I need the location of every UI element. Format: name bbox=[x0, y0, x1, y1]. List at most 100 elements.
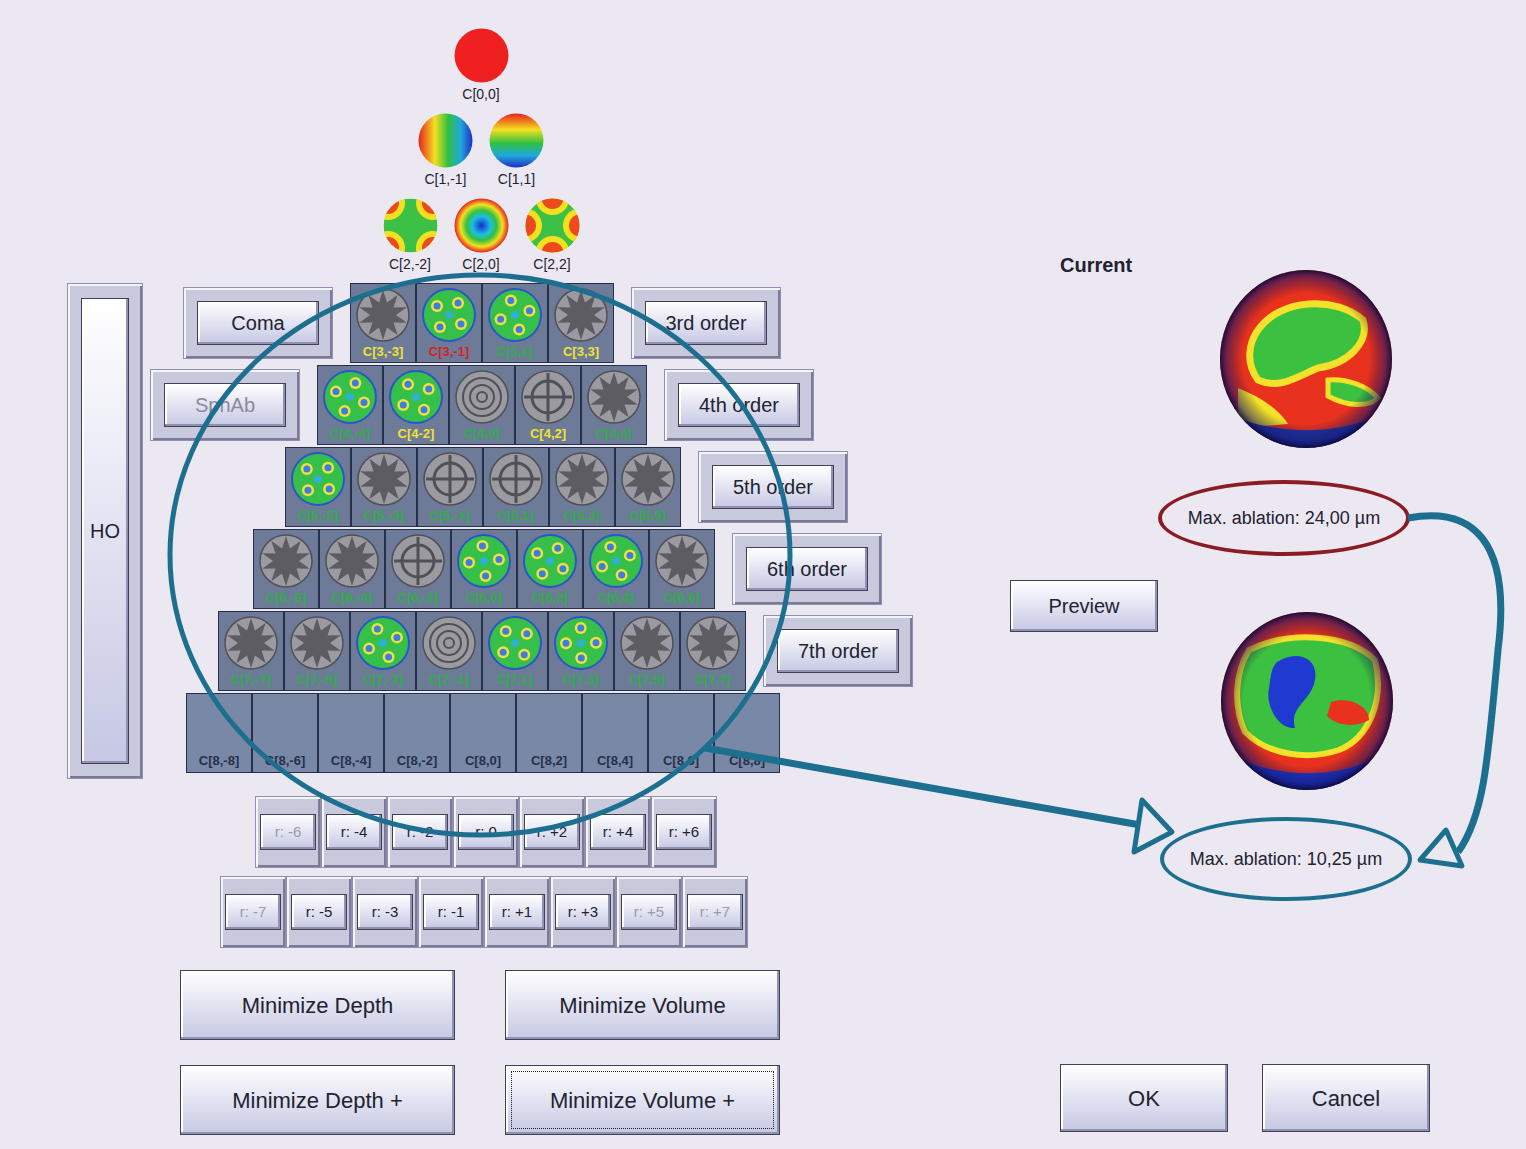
zernike-tile[interactable]: C[7,-5] bbox=[284, 611, 350, 691]
tile-label: C[8,6] bbox=[663, 752, 699, 769]
zernike-tile[interactable]: C[7,-7] bbox=[218, 611, 284, 691]
preview-button[interactable]: Preview bbox=[1010, 580, 1158, 632]
zernike-tile[interactable]: C[8,-6] bbox=[252, 693, 318, 773]
zernike-tile[interactable]: C[4,-4] bbox=[317, 365, 383, 445]
zernike-tile[interactable]: C[3,-3] bbox=[350, 283, 416, 363]
r-button[interactable]: r: +3 bbox=[555, 894, 611, 930]
zernike-tile[interactable]: C[7,7] bbox=[680, 611, 746, 691]
dialog-button[interactable]: Cancel bbox=[1262, 1064, 1430, 1132]
r-button[interactable]: r: -5 bbox=[291, 894, 347, 930]
zernike-tile[interactable]: C[8,2] bbox=[516, 693, 582, 773]
zernike-tile[interactable]: C[5,1] bbox=[483, 447, 549, 527]
r-button[interactable]: r: -6 bbox=[260, 814, 316, 850]
zernike-tile[interactable]: C[7,-1] bbox=[416, 611, 482, 691]
r-button[interactable]: r: +2 bbox=[524, 814, 580, 850]
tile-label: C[4,2] bbox=[530, 425, 566, 442]
low-order-term[interactable]: C[2,2] bbox=[525, 198, 580, 273]
r-button[interactable]: r: -4 bbox=[326, 814, 382, 850]
zernike-tile[interactable]: C[8,-2] bbox=[384, 693, 450, 773]
low-order-term[interactable]: C[1,1] bbox=[489, 113, 544, 188]
low-order-term[interactable]: C[0,0] bbox=[454, 28, 509, 103]
zernike-tile[interactable]: C[5,-3] bbox=[351, 447, 417, 527]
zernike-tile[interactable]: C[7,3] bbox=[548, 611, 614, 691]
zernike-tile[interactable]: C[7,5] bbox=[614, 611, 680, 691]
zernike-tile[interactable]: C[6,0] bbox=[451, 529, 517, 609]
tile-row: C[6,-6] C[6,-4]C[6,-2]C[6,0]C[6,2]C[6,4]C… bbox=[253, 529, 715, 609]
term-label: C[2,2] bbox=[533, 255, 570, 273]
zernike-tile[interactable]: C[6,6] bbox=[649, 529, 715, 609]
tile-label: C[8,2] bbox=[531, 752, 567, 769]
low-order-term[interactable]: C[2,0] bbox=[454, 198, 509, 273]
zernike-tile[interactable]: C[4-2] bbox=[383, 365, 449, 445]
zernike-pattern-icon bbox=[586, 369, 642, 425]
wavefront-icon bbox=[383, 198, 438, 253]
zernike-tile[interactable]: C[3,-1] bbox=[416, 283, 482, 363]
zernike-tile[interactable]: C[5,5] bbox=[615, 447, 681, 527]
zernike-tile[interactable]: C[6,-4] bbox=[319, 529, 385, 609]
r-button[interactable]: r: +1 bbox=[489, 894, 545, 930]
zernike-tile[interactable]: C[4,4] bbox=[581, 365, 647, 445]
tile-row: C[3,-3]C[3,-1] C[3,1] C[3,3] bbox=[350, 283, 614, 363]
r-button-frame: r: -7 bbox=[220, 876, 286, 948]
zernike-tile[interactable]: C[6,2] bbox=[517, 529, 583, 609]
zernike-tile[interactable]: C[6,4] bbox=[583, 529, 649, 609]
minimize-button[interactable]: Minimize Depth + bbox=[180, 1065, 455, 1135]
order-button[interactable]: 6th order bbox=[746, 547, 868, 591]
zernike-tile[interactable]: C[3,1] bbox=[482, 283, 548, 363]
dialog-button[interactable]: OK bbox=[1060, 1064, 1228, 1132]
zernike-tile[interactable]: C[8,8] bbox=[714, 693, 780, 773]
r-button[interactable]: r: -2 bbox=[392, 814, 448, 850]
r-button[interactable]: r: -7 bbox=[225, 894, 281, 930]
r-button[interactable]: r: +7 bbox=[687, 894, 743, 930]
tile-label: C[7,7] bbox=[695, 671, 731, 688]
tile-label: C[6,-6] bbox=[266, 589, 306, 606]
wavefront-icon bbox=[489, 113, 544, 168]
low-order-term[interactable]: C[1,-1] bbox=[418, 113, 473, 188]
order-button[interactable]: 4th order bbox=[678, 383, 800, 427]
order-button[interactable]: 7th order bbox=[777, 629, 899, 673]
ho-button[interactable]: HO bbox=[81, 298, 129, 764]
zernike-tile[interactable]: C[7,1] bbox=[482, 611, 548, 691]
zernike-map-icon bbox=[553, 615, 609, 671]
zernike-tile[interactable]: C[5,3] bbox=[549, 447, 615, 527]
zernike-tile[interactable]: C[8,6] bbox=[648, 693, 714, 773]
zernike-tile[interactable]: C[6,-6] bbox=[253, 529, 319, 609]
term-label: C[1,-1] bbox=[424, 170, 466, 188]
zernike-tile[interactable]: C[8,-4] bbox=[318, 693, 384, 773]
zernike-tile[interactable]: C[7,-3] bbox=[350, 611, 416, 691]
order-row: C[6,-6] C[6,-4]C[6,-2]C[6,0]C[6,2]C[6,4]C… bbox=[253, 529, 913, 609]
zernike-tile[interactable]: C[8,0] bbox=[450, 693, 516, 773]
minimize-button[interactable]: Minimize Depth bbox=[180, 970, 455, 1040]
order-button[interactable]: SphAb bbox=[164, 383, 286, 427]
empty-slot bbox=[389, 697, 445, 752]
zernike-tile[interactable]: C[5,-5] bbox=[285, 447, 351, 527]
minimize-button[interactable]: Minimize Volume bbox=[505, 970, 780, 1040]
order-row: C[5,-5]C[5,-3]C[5,-1]C[5,1]C[5,3]C[5,5] 5… bbox=[285, 447, 913, 527]
zernike-tile[interactable]: C[8,4] bbox=[582, 693, 648, 773]
low-order-term[interactable]: C[2,-2] bbox=[383, 198, 438, 273]
tile-label: C[7,-5] bbox=[297, 671, 337, 688]
tile-row: C[8,-8]C[8,-6]C[8,-4]C[8,-2]C[8,0] C[8,2]… bbox=[186, 693, 780, 773]
r-button[interactable]: r: +5 bbox=[621, 894, 677, 930]
tile-label: C[3,1] bbox=[497, 343, 533, 360]
zernike-tile[interactable]: C[4,0] bbox=[449, 365, 515, 445]
r-button[interactable]: r: -3 bbox=[357, 894, 413, 930]
order-button[interactable]: Coma bbox=[197, 301, 319, 345]
zernike-pattern-icon bbox=[356, 451, 412, 507]
zernike-tile[interactable]: C[8,-8] bbox=[186, 693, 252, 773]
zernike-tile[interactable]: C[3,3] bbox=[548, 283, 614, 363]
r-button[interactable]: r: +4 bbox=[590, 814, 646, 850]
zernike-pattern-icon bbox=[223, 615, 279, 671]
zernike-tile[interactable]: C[4,2] bbox=[515, 365, 581, 445]
pyramid-row: C[2,-2] C[2,0] C[2,2] bbox=[383, 198, 580, 273]
order-button[interactable]: 3rd order bbox=[645, 301, 767, 345]
r-button[interactable]: r: 0 bbox=[458, 814, 514, 850]
term-label: C[2,-2] bbox=[389, 255, 431, 273]
zernike-pattern-icon bbox=[685, 615, 741, 671]
r-button[interactable]: r: +6 bbox=[656, 814, 712, 850]
r-button[interactable]: r: -1 bbox=[423, 894, 479, 930]
zernike-tile[interactable]: C[5,-1] bbox=[417, 447, 483, 527]
order-button[interactable]: 5th order bbox=[712, 465, 834, 509]
zernike-tile[interactable]: C[6,-2] bbox=[385, 529, 451, 609]
minimize-button[interactable]: Minimize Volume + bbox=[505, 1065, 780, 1135]
